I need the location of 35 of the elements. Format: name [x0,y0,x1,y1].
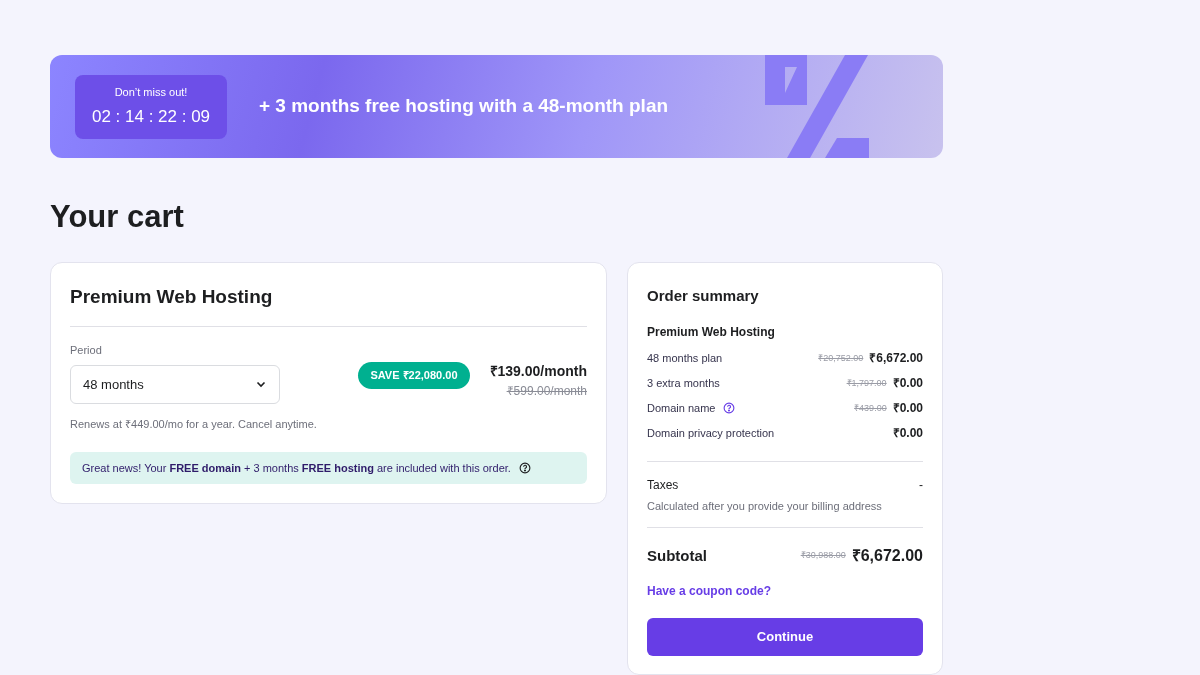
taxes-note: Calculated after you provide your billing address [647,499,883,515]
subtotal-label: Subtotal [647,545,707,566]
line-label: Domain privacy protection [647,426,775,441]
period-label: Period [70,343,103,359]
coupon-link[interactable]: Have a coupon code? [647,581,772,600]
product-title: Premium Web Hosting [70,284,274,309]
page-title: Your cart [50,198,185,236]
line-price: ₹0.00 [892,375,923,393]
line-old-price: ₹20,752.00 [818,351,864,365]
countdown-timer: 02 : 14 : 22 : 09 [91,106,211,128]
countdown-label: Don’t miss out! [114,84,188,100]
help-icon[interactable] [723,402,736,415]
line-label: 3 extra months [647,376,720,391]
line-price: ₹0.00 [892,425,923,443]
line-label: 48 months plan [647,351,723,366]
subtotal-price: ₹6,672.00 [851,545,923,566]
continue-button[interactable]: Continue [647,617,923,656]
period-dropdown[interactable]: 48 months [70,364,280,404]
subtotal-old-price: ₹30,988.00 [800,549,846,562]
line-price: ₹0.00 [892,400,923,418]
renewal-note: Renews at ₹449.00/mo for a year. Cancel anytime. [70,416,317,432]
taxes-label: Taxes [647,477,679,495]
line-old-price: ₹439.00 [854,401,887,415]
line-old-price: ₹1,797.00 [846,376,887,390]
summary-product: Premium Web Hosting [647,324,776,342]
savings-badge: SAVE ₹22,080.00 [358,362,470,389]
summary-title: Order summary [647,285,760,306]
price: ₹139.00/month [489,362,587,382]
promo-headline: + 3 months free hosting with a 48-month plan [259,94,669,119]
info-text: Great news! Your FREE domain + 3 months FREE hosting are included with this order. [82,461,511,476]
old-price: ₹599.00/month [506,383,587,401]
taxes-value: - [919,477,923,495]
line-price: ₹6,672.00 [869,350,923,368]
help-icon[interactable] [518,462,531,475]
line-label: Domain name [647,401,716,416]
